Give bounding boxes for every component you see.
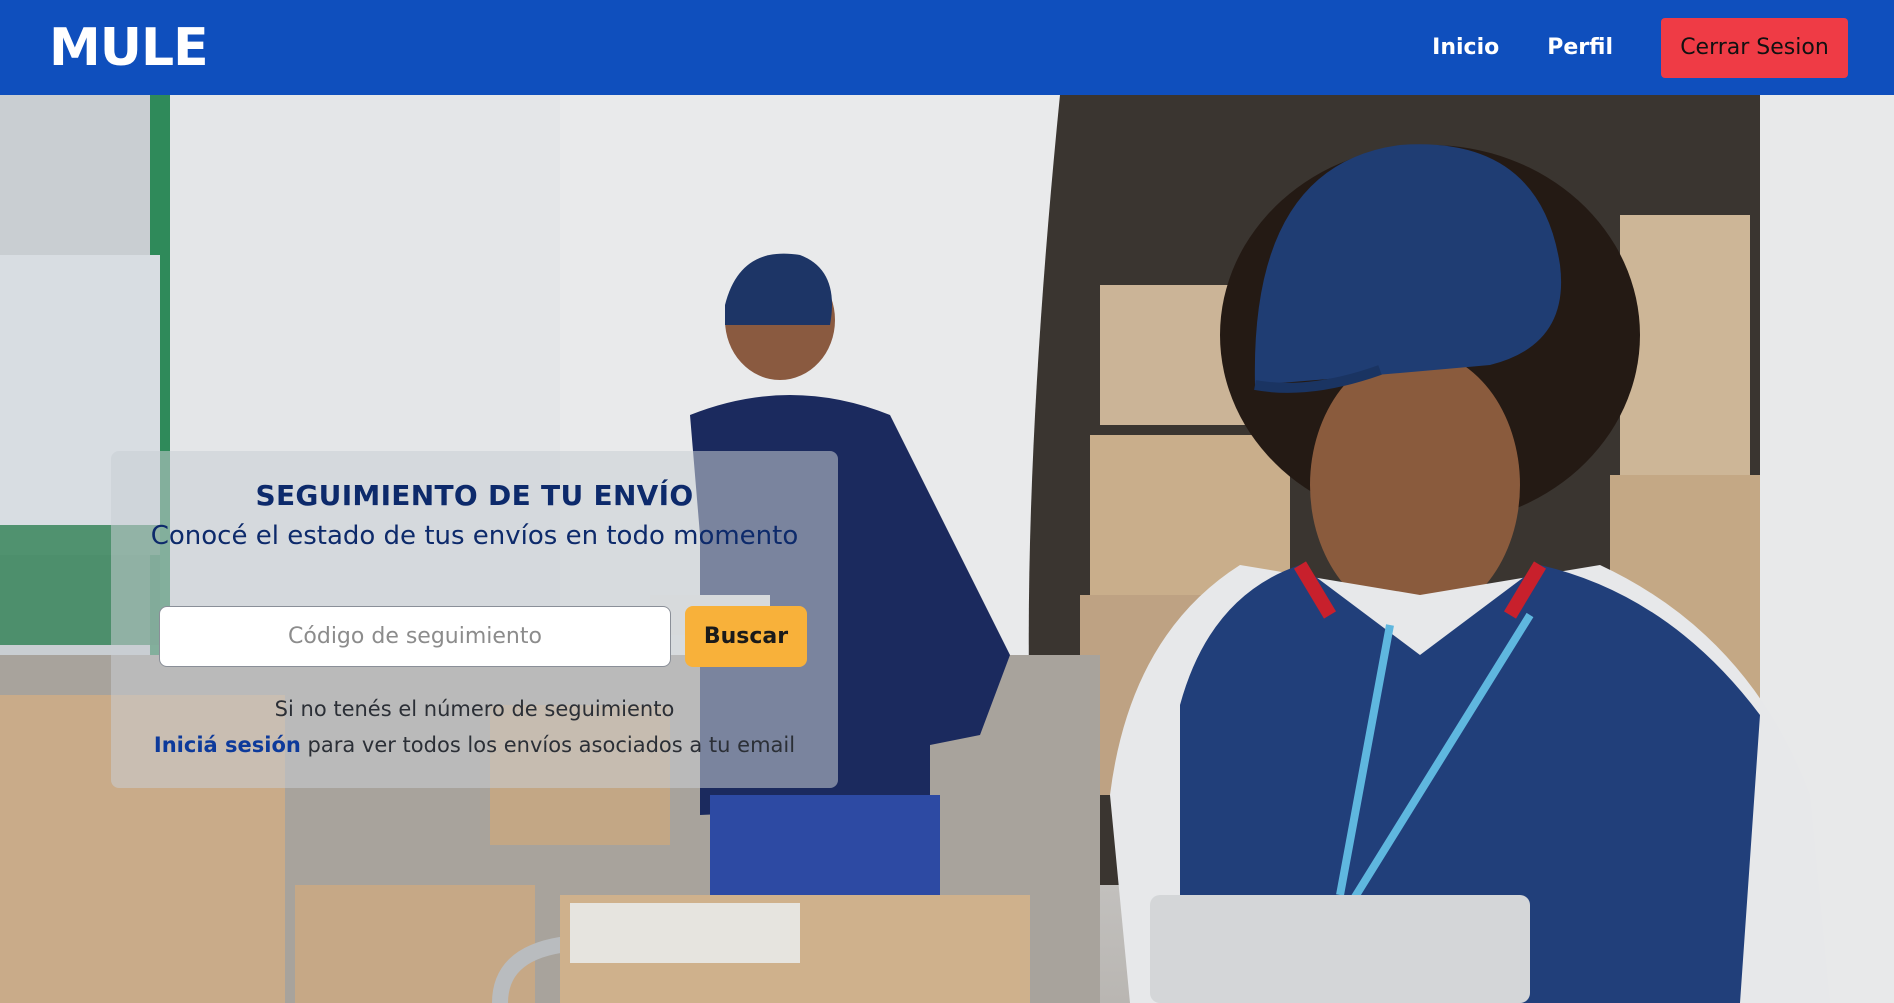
tracking-code-input[interactable]	[159, 606, 671, 667]
logout-button[interactable]: Cerrar Sesion	[1661, 17, 1848, 78]
card-subtitle: Conocé el estado de tus envíos en todo m…	[150, 521, 799, 551]
login-link[interactable]: Iniciá sesión	[154, 733, 301, 757]
nav-menu: Inicio Perfil Cerrar Sesion	[1432, 17, 1848, 78]
hint-text-line2-rest: para ver todos los envíos asociados a tu…	[300, 733, 796, 757]
hint-text-line2: Iniciá sesión para ver todos los envíos …	[111, 733, 838, 757]
tracking-card: SEGUIMIENTO DE TU ENVÍO Conocé el estado…	[111, 451, 838, 788]
top-navbar: MULE Inicio Perfil Cerrar Sesion	[0, 0, 1894, 95]
search-button[interactable]: Buscar	[685, 606, 807, 667]
nav-link-perfil[interactable]: Perfil	[1547, 35, 1613, 60]
hero-section: SEGUIMIENTO DE TU ENVÍO Conocé el estado…	[0, 95, 1894, 1003]
brand-logo[interactable]: MULE	[49, 22, 209, 74]
nav-link-inicio[interactable]: Inicio	[1432, 35, 1499, 60]
card-title: SEGUIMIENTO DE TU ENVÍO	[255, 479, 694, 512]
hint-text-line1: Si no tenés el número de seguimiento	[274, 697, 675, 721]
